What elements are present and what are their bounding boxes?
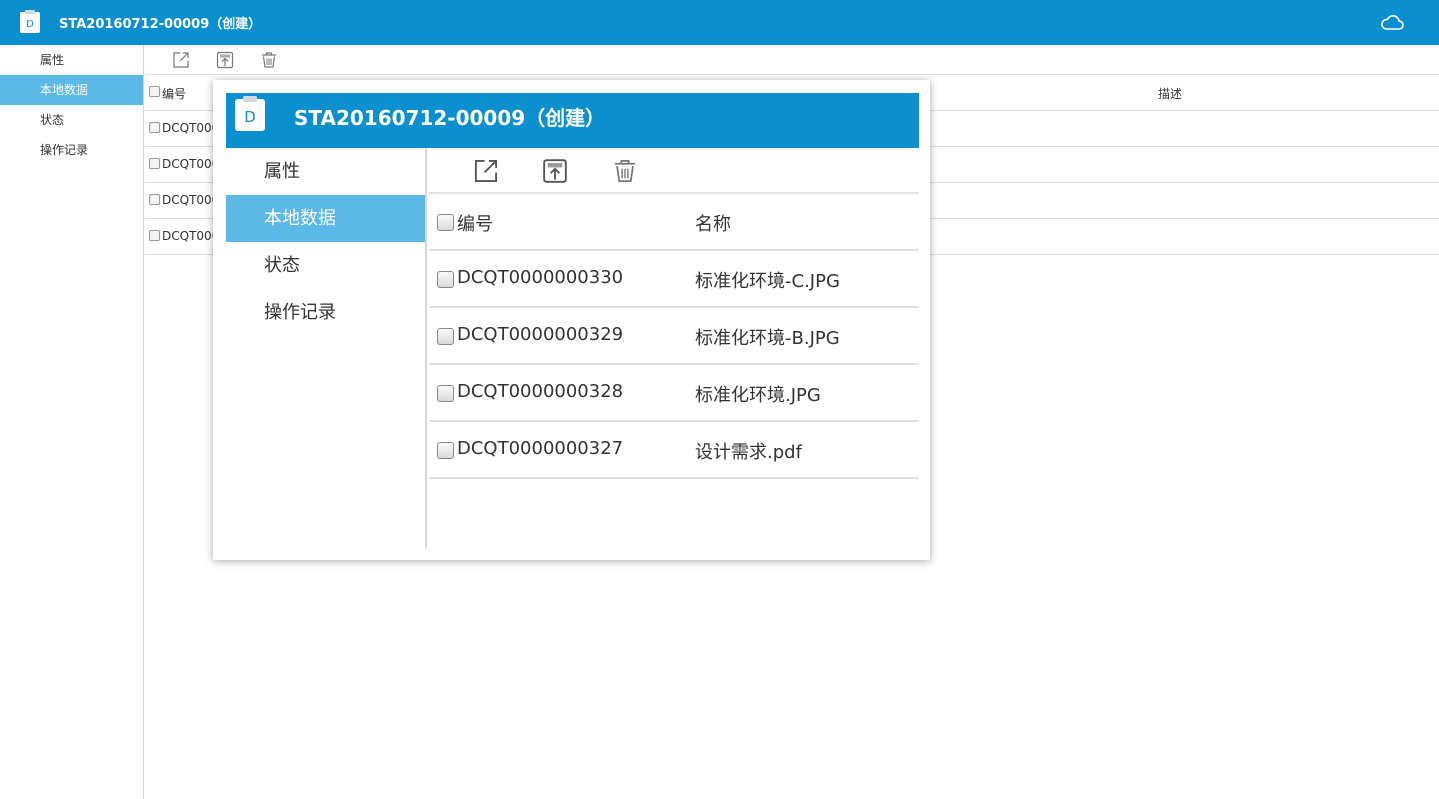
upload-icon[interactable] [216,51,234,69]
row-id: DCQT0000000329 [457,324,624,345]
sidebar-item-properties[interactable]: 属性 [0,45,143,75]
popup-sidebar-item-local-data[interactable]: 本地数据 [226,195,425,242]
popup-sidebar-item-properties[interactable]: 属性 [226,148,425,195]
popup-toolbar [429,148,919,194]
column-header-name: 名称 [695,214,731,235]
table-row[interactable]: DCQT0000000329 标准化环境-B.JPG [429,308,919,365]
document-icon: D [20,10,40,33]
row-checkbox[interactable] [149,194,160,205]
popup-sidebar: 属性 本地数据 状态 操作记录 [226,148,427,548]
table-row[interactable]: DCQT0000000330 标准化环境-C.JPG [429,251,919,308]
row-name: 设计需求.pdf [695,442,802,463]
row-checkbox[interactable] [437,328,454,345]
row-name: 标准化环境-C.JPG [695,271,840,292]
row-name: 标准化环境-B.JPG [695,328,840,349]
popup-sidebar-item-operation-log[interactable]: 操作记录 [226,289,425,336]
trash-icon[interactable] [612,158,638,184]
sidebar-item-operation-log[interactable]: 操作记录 [0,135,143,165]
upload-icon[interactable] [542,158,568,184]
row-id: DCQT0000000330 [457,267,624,288]
row-checkbox[interactable] [149,158,160,169]
row-id: DCQT000 [162,193,220,207]
popup-data-table: 编号 名称 DCQT0000000330 标准化环境-C.JPG DCQT000… [429,194,919,479]
row-id: DCQT0000000327 [457,438,624,459]
row-checkbox[interactable] [149,230,160,241]
row-id: DCQT000 [162,229,220,243]
select-all-checkbox[interactable] [149,86,160,97]
row-name: 标准化环境.JPG [695,385,821,406]
sidebar-item-status[interactable]: 状态 [0,105,143,135]
table-row[interactable]: DCQT0000000328 标准化环境.JPG [429,365,919,422]
row-checkbox[interactable] [437,442,454,459]
row-checkbox[interactable] [437,385,454,402]
toolbar [145,45,1439,75]
column-header-id: 编号 [162,87,187,101]
select-all-checkbox[interactable] [437,214,454,231]
trash-icon[interactable] [260,51,278,69]
svg-text:D: D [244,108,256,126]
column-header-id: 编号 [457,214,493,235]
external-link-icon[interactable] [473,158,499,184]
row-checkbox[interactable] [149,122,160,133]
table-header-row: 编号 名称 [429,194,919,251]
row-checkbox[interactable] [437,271,454,288]
row-id: DCQT000 [162,157,220,171]
zoom-popup: D STA20160712-00009（创建） 属性 本地数据 状态 操作记录 … [213,80,930,560]
row-id: DCQT0000000328 [457,381,624,402]
page-title: STA20160712-00009（创建） [59,17,262,32]
sidebar-item-local-data[interactable]: 本地数据 [0,75,143,105]
document-icon: D [235,96,265,131]
column-header-description: 描述 [1158,87,1183,101]
popup-header: D STA20160712-00009（创建） [226,93,919,148]
external-link-icon[interactable] [172,51,190,69]
popup-sidebar-item-status[interactable]: 状态 [226,242,425,289]
top-bar: D STA20160712-00009（创建） [0,0,1439,45]
popup-title: STA20160712-00009（创建） [294,106,606,130]
table-row[interactable]: DCQT0000000327 设计需求.pdf [429,422,919,479]
cloud-icon[interactable] [1380,12,1404,32]
row-id: DCQT000 [162,121,220,135]
sidebar: 属性 本地数据 状态 操作记录 [0,45,144,799]
svg-text:D: D [26,19,34,30]
